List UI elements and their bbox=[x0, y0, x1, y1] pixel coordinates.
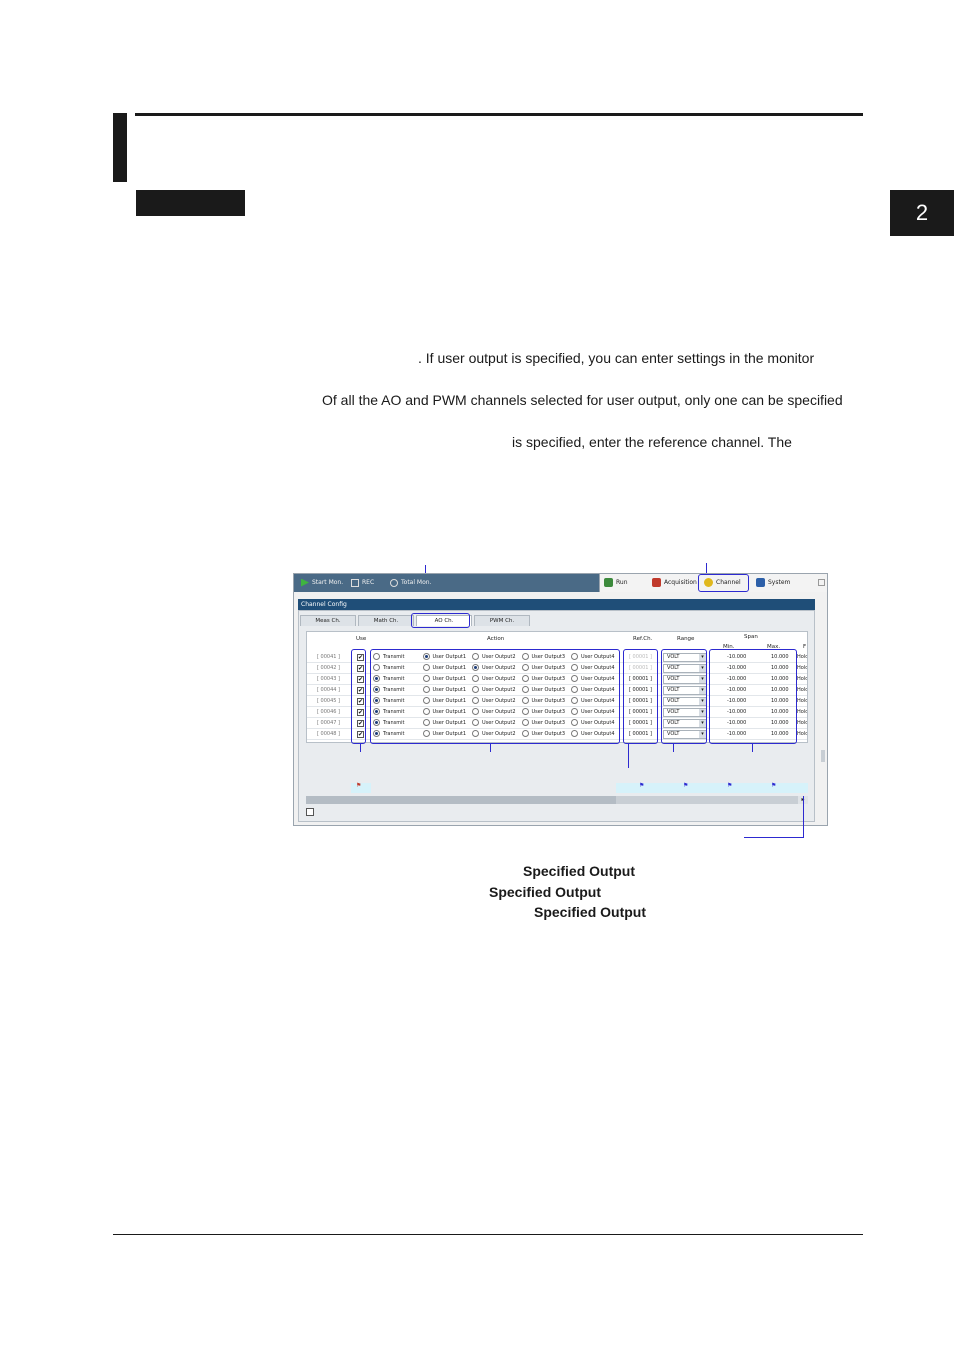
preset-action[interactable]: Hold bbox=[797, 696, 807, 707]
preset-action[interactable]: Hold bbox=[797, 718, 807, 729]
nav-system[interactable]: System bbox=[756, 577, 790, 589]
specified-output-3: Specified Output bbox=[534, 904, 646, 920]
channel-number: [ 00041 ] bbox=[317, 654, 340, 660]
acquisition-icon bbox=[652, 578, 661, 587]
preset-action[interactable]: Hold bbox=[797, 663, 807, 674]
chapter-tab: 2 bbox=[890, 190, 954, 236]
rec-button[interactable]: REC bbox=[351, 577, 374, 589]
preset-action[interactable]: Hold bbox=[797, 685, 807, 696]
flag-icon: ⚑ bbox=[771, 782, 777, 789]
nav-run[interactable]: Run bbox=[604, 577, 628, 589]
preset-action[interactable]: Hold bbox=[797, 652, 807, 663]
body-line-2: Of all the AO and PWM channels selected … bbox=[322, 392, 843, 408]
highlight-span-column bbox=[709, 649, 797, 744]
callout-line-use bbox=[360, 744, 361, 752]
tab-meas-ch[interactable]: Meas Ch. bbox=[300, 615, 356, 626]
flag-icon: ⚑ bbox=[727, 782, 733, 789]
play-icon bbox=[301, 578, 309, 587]
channel-number: [ 00048 ] bbox=[317, 731, 340, 737]
nav-system-label: System bbox=[768, 579, 791, 586]
software-screenshot: Start Mon. REC Total Mon. Run Acquisitio… bbox=[293, 573, 828, 826]
tab-pwm-ch[interactable]: PWM Ch. bbox=[474, 615, 530, 626]
channel-number: [ 00043 ] bbox=[317, 676, 340, 682]
specified-output-1: Specified Output bbox=[523, 863, 635, 879]
col-extra: F bbox=[803, 644, 807, 650]
channel-number: [ 00044 ] bbox=[317, 687, 340, 693]
strip-right bbox=[616, 783, 808, 793]
callout-line-action bbox=[490, 744, 491, 752]
total-monitor-button[interactable]: Total Mon. bbox=[390, 577, 431, 589]
flag-icon: ⚑ bbox=[683, 782, 689, 789]
status-icon bbox=[306, 808, 314, 816]
nav-run-label: Run bbox=[616, 579, 628, 586]
highlight-ao-tab bbox=[411, 613, 470, 628]
section-label-box bbox=[136, 190, 245, 216]
heading-rule bbox=[135, 113, 863, 116]
highlight-use-column bbox=[351, 649, 366, 744]
col-action: Action bbox=[487, 636, 505, 642]
flag-icon: ⚑ bbox=[639, 782, 645, 789]
minimize-icon[interactable] bbox=[818, 579, 825, 586]
start-monitor-label: Start Mon. bbox=[312, 579, 344, 586]
clock-icon bbox=[390, 578, 398, 587]
panel-title: Channel Config bbox=[298, 599, 815, 610]
highlight-refch-column bbox=[623, 649, 658, 744]
callout-line-refch bbox=[628, 744, 629, 768]
body-line-1: . If user output is specified, you can e… bbox=[418, 350, 815, 366]
footer-rule bbox=[113, 1234, 863, 1235]
system-icon bbox=[756, 578, 765, 587]
horizontal-scrollbar[interactable]: ▸ bbox=[306, 796, 808, 804]
tab-math-ch[interactable]: Math Ch. bbox=[358, 615, 414, 626]
col-ref-ch: Ref.Ch. bbox=[633, 636, 653, 642]
start-monitor-button[interactable]: Start Mon. bbox=[301, 577, 343, 589]
run-icon bbox=[604, 578, 613, 587]
preset-action[interactable]: Hold bbox=[797, 674, 807, 685]
highlight-channel-nav bbox=[698, 574, 749, 592]
vertical-scrollbar[interactable] bbox=[821, 750, 825, 762]
flag-icon: ⚑ bbox=[356, 782, 362, 789]
highlight-range-column bbox=[661, 649, 707, 744]
callout-line-span bbox=[752, 744, 753, 752]
preset-action[interactable]: Hold bbox=[797, 707, 807, 718]
callout-line-scroll-h bbox=[744, 837, 804, 838]
callout-line-range bbox=[673, 744, 674, 752]
channel-number: [ 00042 ] bbox=[317, 665, 340, 671]
nav-acquisition-label: Acquisition bbox=[664, 579, 697, 586]
bottom-strip: ⚑ ⚑ ⚑ ⚑ ⚑ bbox=[306, 781, 808, 797]
monitor-icon bbox=[351, 578, 359, 587]
heading-bar bbox=[113, 113, 127, 182]
body-line-3: is specified, enter the reference channe… bbox=[512, 434, 792, 450]
chapter-number: 2 bbox=[915, 200, 929, 225]
channel-number: [ 00046 ] bbox=[317, 709, 340, 715]
scrollbar-thumb[interactable] bbox=[306, 796, 616, 804]
col-use: Use bbox=[356, 636, 367, 642]
nav-acquisition[interactable]: Acquisition bbox=[652, 577, 697, 589]
specified-output-2: Specified Output bbox=[489, 884, 601, 900]
channel-number: [ 00045 ] bbox=[317, 698, 340, 704]
callout-line-scroll bbox=[803, 796, 804, 837]
rec-label: REC bbox=[362, 579, 375, 586]
highlight-action-column bbox=[370, 649, 620, 744]
preset-action[interactable]: Hold bbox=[797, 729, 807, 740]
channel-number: [ 00047 ] bbox=[317, 720, 340, 726]
col-range: Range bbox=[677, 636, 695, 642]
total-monitor-label: Total Mon. bbox=[401, 579, 432, 586]
col-span: Span bbox=[744, 634, 758, 640]
